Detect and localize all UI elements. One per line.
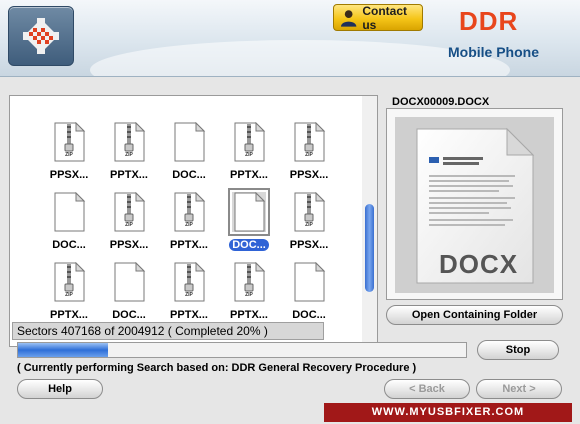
zip-file-icon: ZIP (292, 191, 326, 232)
file-item-label: PPTX... (230, 169, 268, 181)
file-item[interactable]: ZIP PPTX... (100, 121, 158, 181)
zip-label: ZIP (125, 222, 133, 228)
file-item-label: DOC... (52, 239, 86, 251)
person-icon (340, 9, 357, 27)
file-item-label: DOC... (292, 309, 326, 321)
document-file-icon (52, 191, 86, 232)
file-item[interactable]: DOC... (280, 261, 338, 321)
zip-file-icon: ZIP (112, 121, 146, 162)
file-item[interactable]: DOC... (40, 191, 98, 251)
file-item-label: PPSX... (289, 239, 329, 251)
preview-panel: DOCX (386, 108, 563, 300)
file-item-label: PPSX... (289, 169, 329, 181)
file-item[interactable]: ZIP PPSX... (40, 121, 98, 181)
file-item[interactable]: DOC... (100, 261, 158, 321)
help-button[interactable]: Help (17, 379, 103, 399)
status-message: ( Currently performing Search based on: … (17, 362, 417, 374)
app-header: Contact us DDR Mobile Phone (0, 0, 580, 77)
sectors-status: Sectors 407168 of 2004912 ( Completed 20… (12, 322, 324, 340)
file-item-label: PPTX... (110, 169, 148, 181)
file-item-label: PPSX... (49, 169, 89, 181)
zip-file-icon: ZIP (292, 121, 326, 162)
zip-label: ZIP (65, 152, 73, 158)
preview-image: DOCX (395, 117, 554, 293)
header-decoration (90, 40, 510, 76)
zip-file-icon: ZIP (232, 121, 266, 162)
zip-label: ZIP (185, 292, 193, 298)
file-item[interactable]: DOC... (160, 121, 218, 181)
file-item[interactable]: ZIP PPSX... (280, 121, 338, 181)
file-item[interactable]: ZIP PPTX... (220, 261, 278, 321)
app-logo (8, 6, 74, 66)
zip-label: ZIP (305, 152, 313, 158)
zip-file-icon: ZIP (52, 261, 86, 302)
website-banner: WWW.MYUSBFIXER.COM (324, 403, 572, 422)
document-file-icon (112, 261, 146, 302)
file-item-label: PPTX... (170, 309, 208, 321)
zip-label: ZIP (125, 152, 133, 158)
zip-label: ZIP (65, 292, 73, 298)
file-item-label: DOC... (172, 169, 206, 181)
zip-file-icon: ZIP (112, 191, 146, 232)
document-file-icon (292, 261, 326, 302)
file-item[interactable]: ZIP PPTX... (40, 261, 98, 321)
document-file-icon (172, 121, 206, 162)
zip-label: ZIP (245, 152, 253, 158)
file-item[interactable]: ZIP PPSX... (280, 191, 338, 251)
checker-logo-icon (23, 18, 59, 54)
open-containing-folder-button[interactable]: Open Containing Folder (386, 305, 563, 325)
cut-off-row (10, 96, 363, 100)
file-item[interactable]: ZIP PPTX... (160, 261, 218, 321)
zip-label: ZIP (185, 222, 193, 228)
contact-us-button[interactable]: Contact us (333, 3, 423, 32)
file-item-label: PPSX... (109, 239, 149, 251)
file-item-label: PPTX... (170, 239, 208, 251)
file-item[interactable]: ZIP PPTX... (160, 191, 218, 251)
contact-us-label: Contact us (362, 3, 407, 32)
file-item-label: DOC... (112, 309, 146, 321)
zip-label: ZIP (245, 292, 253, 298)
zip-label: ZIP (305, 222, 313, 228)
file-item-label: DOC... (229, 239, 269, 251)
progress-fill (18, 343, 108, 357)
file-item-label: PPTX... (50, 309, 88, 321)
docx-label: DOCX (439, 249, 519, 279)
file-item[interactable]: DOC... (220, 188, 278, 251)
product-name: Mobile Phone (448, 44, 539, 60)
back-button[interactable]: < Back (384, 379, 470, 399)
file-grid[interactable]: ZIP PPSX... ZIP PPTX... DOC... ZIP PPTX... ZIP P… (9, 95, 364, 347)
progress-bar (17, 342, 467, 358)
preview-title: DOCX00009.DOCX (392, 96, 490, 108)
file-item-label: PPTX... (230, 309, 268, 321)
file-item[interactable]: ZIP PPSX... (100, 191, 158, 251)
file-item[interactable]: ZIP PPTX... (220, 121, 278, 181)
scrollbar-thumb[interactable] (365, 204, 374, 292)
zip-file-icon: ZIP (172, 191, 206, 232)
brand-name: DDR (459, 6, 519, 36)
zip-file-icon: ZIP (52, 121, 86, 162)
zip-file-icon: ZIP (172, 261, 206, 302)
zip-file-icon: ZIP (232, 261, 266, 302)
document-file-icon (228, 188, 270, 236)
stop-button[interactable]: Stop (477, 340, 559, 360)
next-button[interactable]: Next > (476, 379, 562, 399)
grid-scrollbar[interactable] (362, 95, 378, 345)
